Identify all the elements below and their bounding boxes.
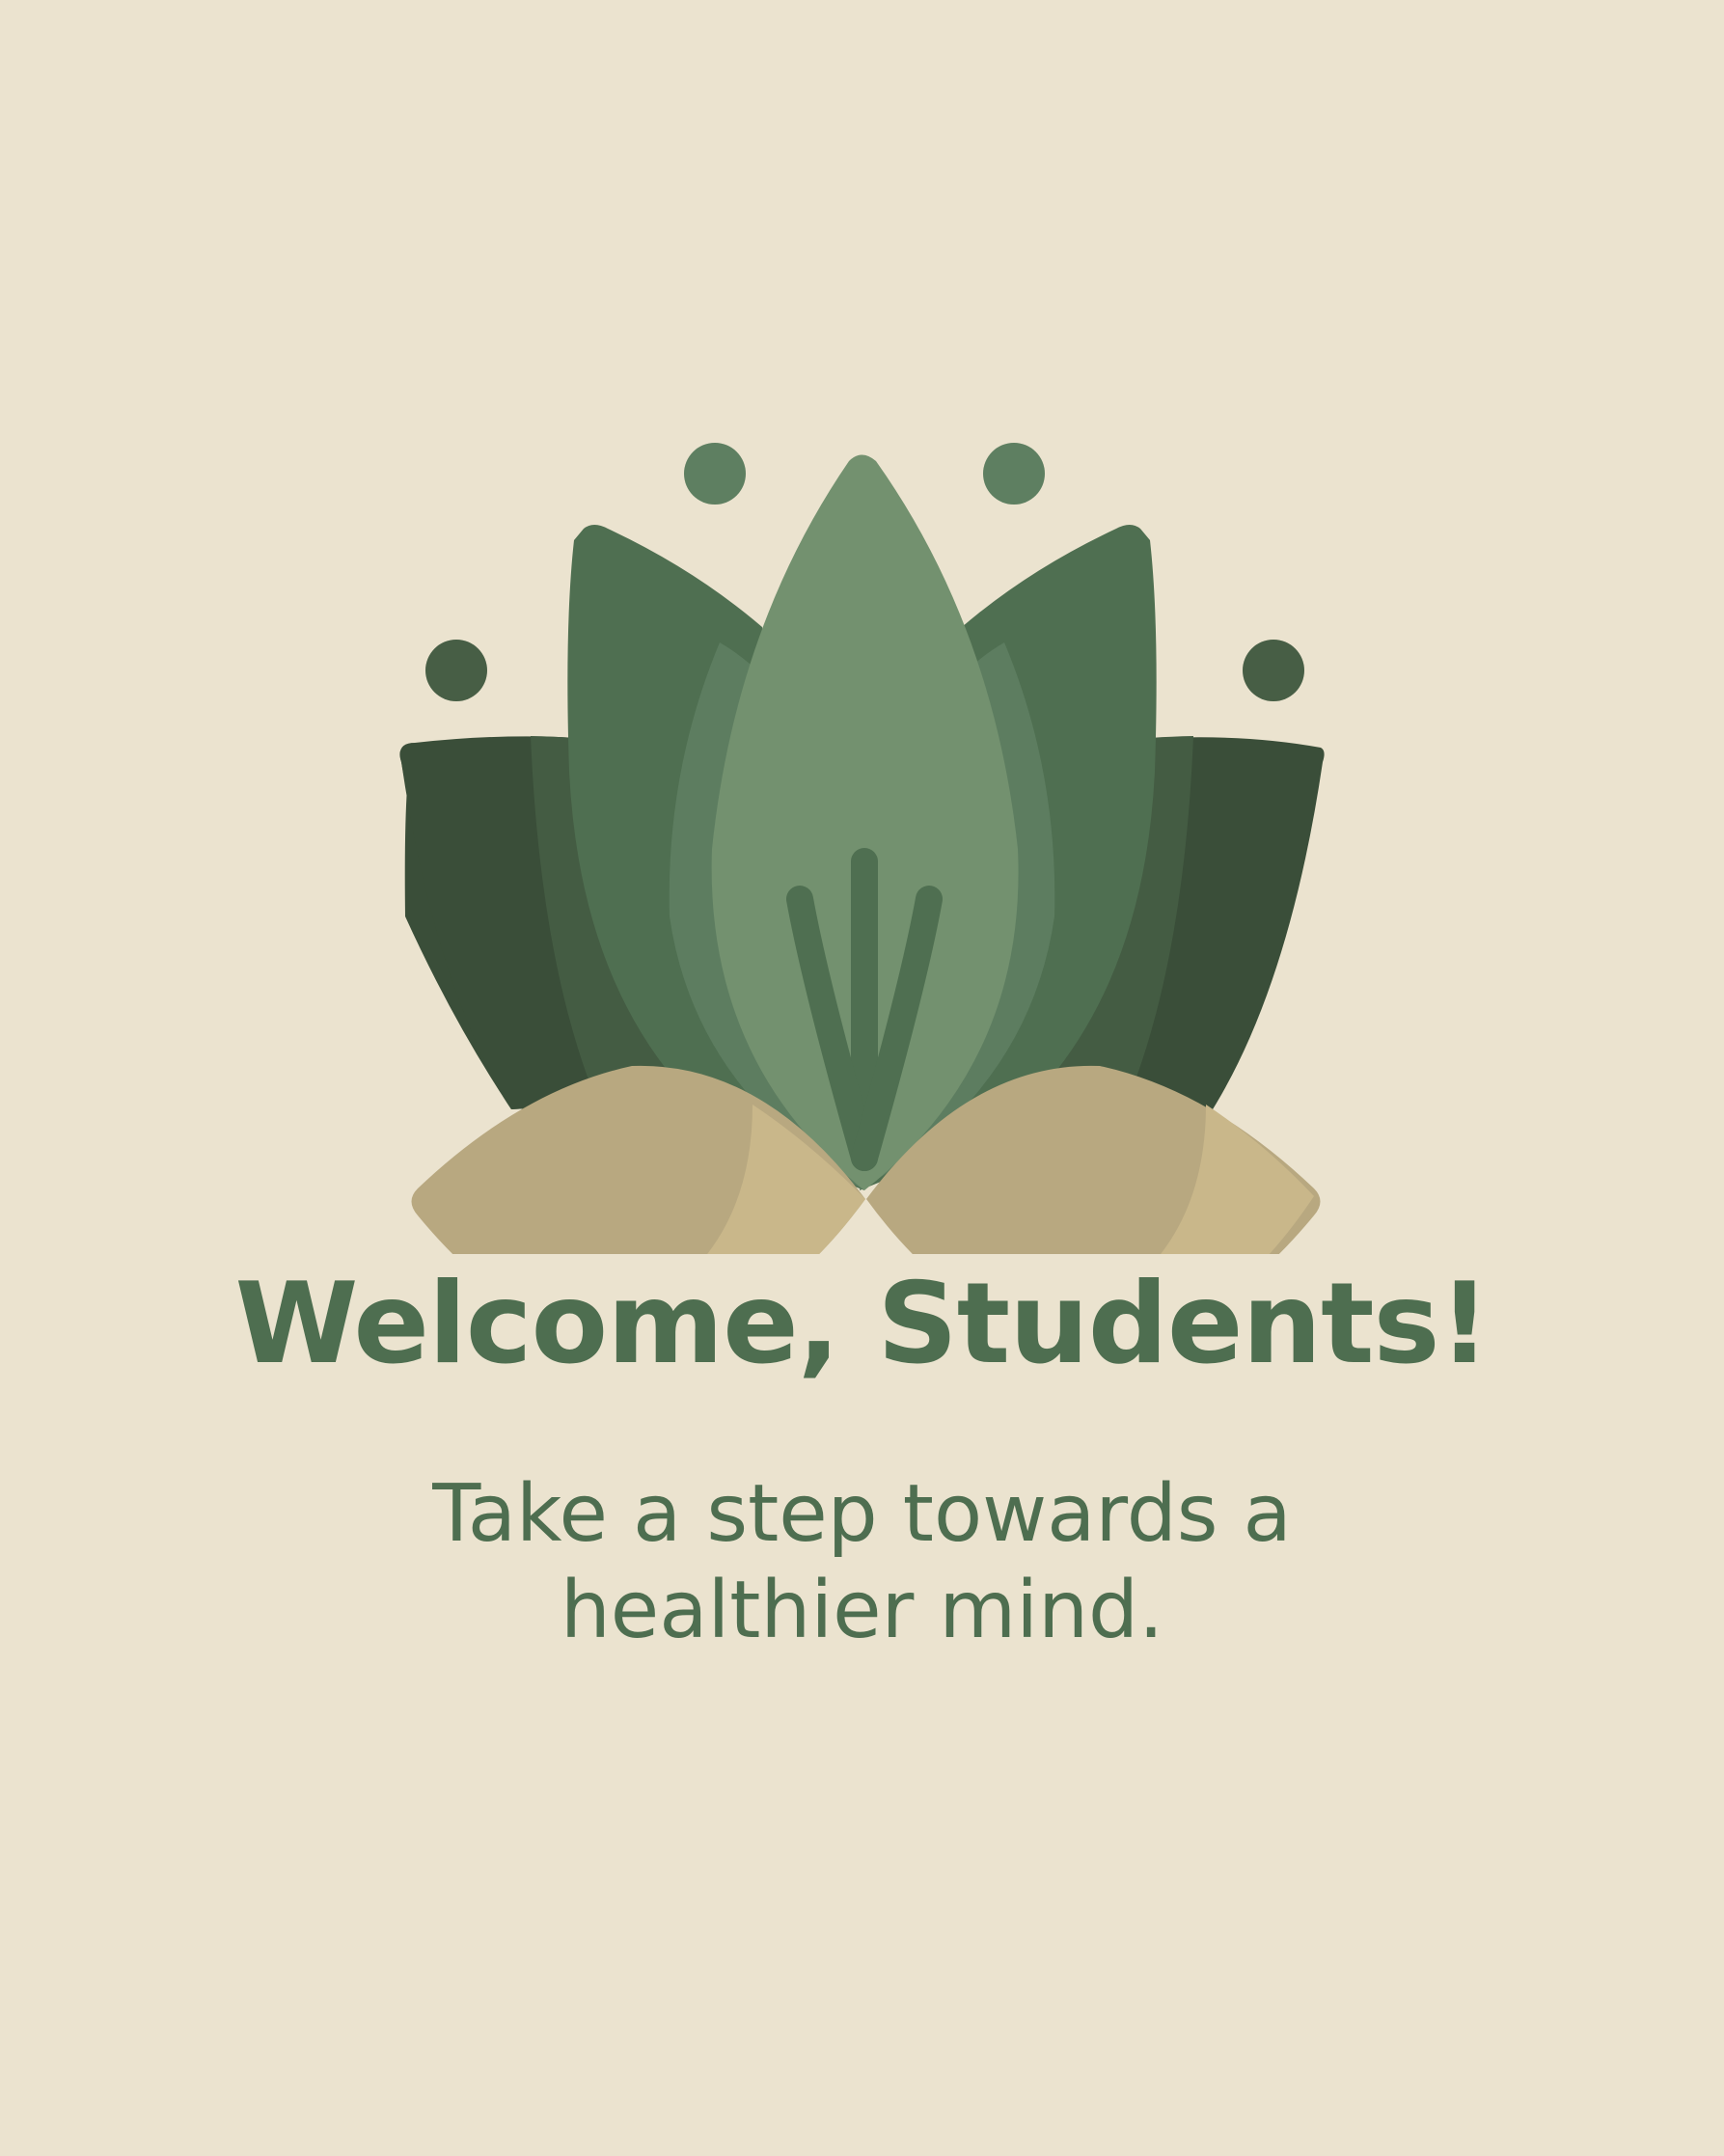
dot-icon	[1243, 640, 1304, 701]
subtitle-line-1: Take a step towards a	[432, 1468, 1292, 1560]
lotus-icon	[399, 443, 1325, 1254]
page-title: Welcome, Students!	[234, 1259, 1491, 1389]
dot-icon	[684, 443, 746, 505]
subtitle-line-2: healthier mind.	[560, 1565, 1164, 1656]
dot-icon	[425, 640, 487, 701]
subtitle: Take a step towards a healthier mind.	[0, 1466, 1724, 1659]
dot-icon	[983, 443, 1045, 505]
